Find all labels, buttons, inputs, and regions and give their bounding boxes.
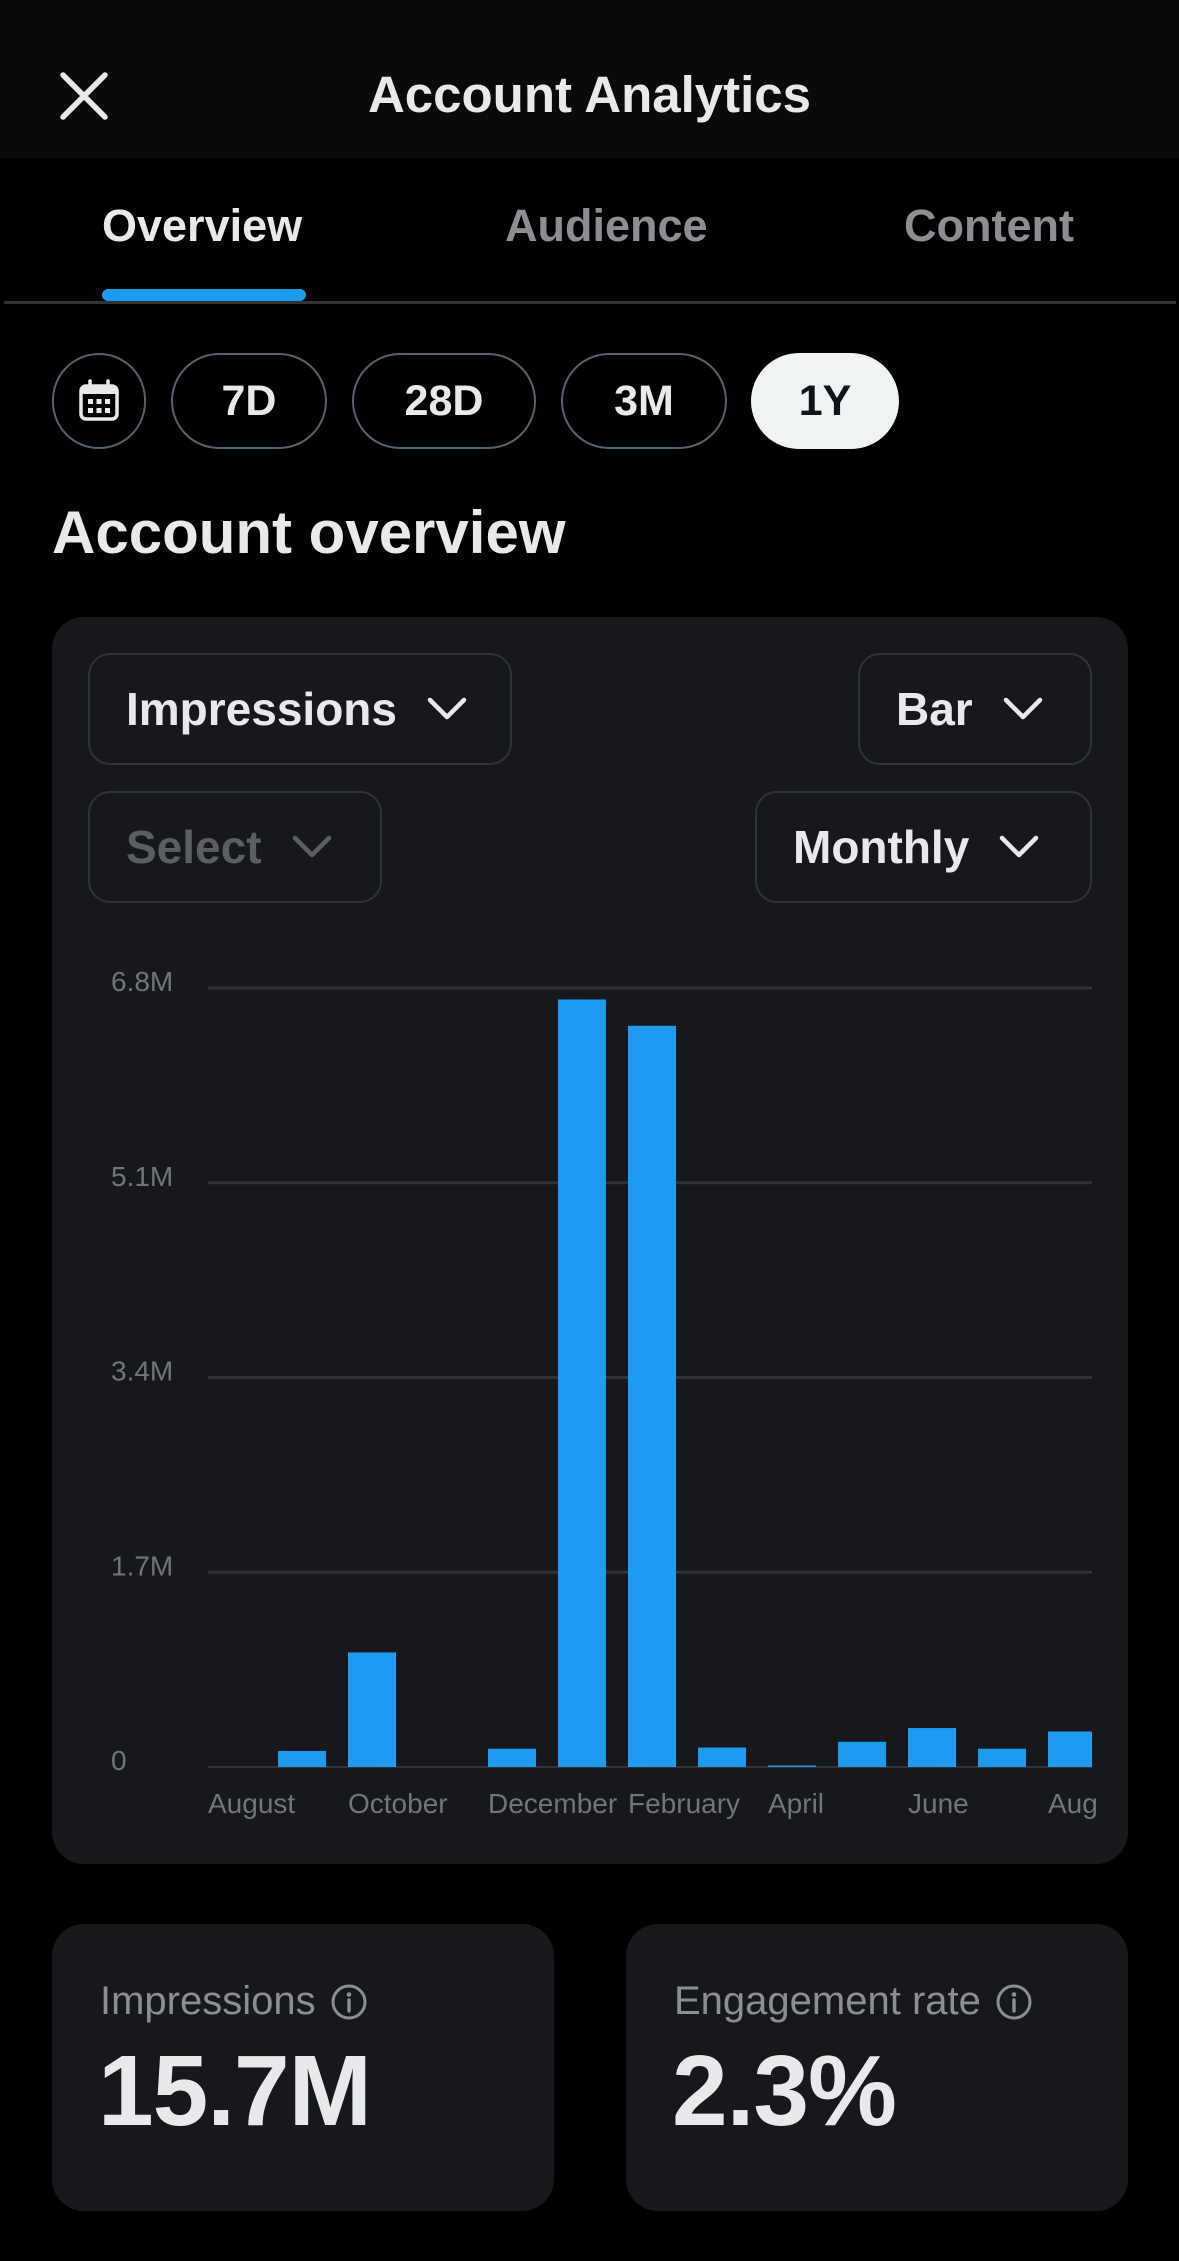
engagement-rate-stat-card: Engagement rate 2.3% — [626, 1924, 1128, 2211]
impressions-stat-value: 15.7M — [98, 2035, 372, 2147]
y-tick-label: 6.8M — [111, 966, 173, 997]
chart-bar[interactable] — [628, 1025, 676, 1767]
x-tick-label: December — [488, 1788, 617, 1819]
x-tick-label: April — [768, 1788, 824, 1819]
chart-bar[interactable] — [348, 1652, 396, 1767]
impressions-stat-label-row: Impressions — [100, 1979, 368, 2024]
top-bar: Account Analytics — [0, 0, 1179, 158]
x-tick-label: June — [908, 1788, 969, 1819]
chart-bar[interactable] — [838, 1741, 886, 1767]
engagement-rate-stat-value: 2.3% — [672, 2035, 897, 2147]
chart-bar[interactable] — [978, 1748, 1026, 1767]
x-tick-label: Aug — [1048, 1788, 1098, 1819]
x-tick-label: February — [628, 1788, 740, 1819]
x-tick-label: August — [208, 1788, 295, 1819]
range-7d-button[interactable]: 7D — [171, 353, 327, 449]
tab-overview[interactable]: Overview — [102, 194, 302, 258]
chart-bar[interactable] — [278, 1750, 326, 1767]
chart-bar[interactable] — [698, 1747, 746, 1767]
impressions-stat-label: Impressions — [100, 1979, 316, 2023]
chart-bar[interactable] — [908, 1728, 956, 1767]
calendar-button[interactable] — [52, 353, 146, 449]
calendar-icon — [79, 379, 119, 421]
info-icon[interactable] — [995, 1983, 1033, 2021]
page-title: Account Analytics — [367, 66, 812, 123]
info-icon[interactable] — [330, 1983, 368, 2021]
range-1y-button[interactable]: 1Y — [751, 353, 899, 449]
chart-bar[interactable] — [558, 999, 606, 1767]
y-tick-label: 3.4M — [111, 1356, 173, 1387]
tab-divider — [4, 301, 1176, 304]
tab-audience[interactable]: Audience — [505, 194, 708, 258]
y-tick-label: 1.7M — [111, 1550, 173, 1581]
x-tick-label: October — [348, 1788, 448, 1819]
range-28d-button[interactable]: 28D — [352, 353, 536, 449]
active-tab-indicator — [102, 289, 306, 301]
section-title: Account overview — [52, 499, 566, 566]
tab-bar: Overview Audience Content — [0, 158, 1179, 304]
impressions-bar-chart: 0 1.7M 3.4M 5.1M 6.8M August October December Fe… — [111, 966, 1098, 1819]
engagement-rate-stat-label: Engagement rate — [674, 1979, 981, 2023]
impressions-stat-card: Impressions 15.7M — [52, 1924, 554, 2211]
range-3m-button[interactable]: 3M — [561, 353, 727, 449]
y-tick-label: 0 — [111, 1745, 127, 1776]
chart-bar[interactable] — [488, 1748, 536, 1767]
tab-content[interactable]: Content — [904, 194, 1074, 258]
chart-bar[interactable] — [1048, 1731, 1092, 1767]
chart-bar[interactable] — [768, 1765, 816, 1768]
chart-card: Impressions Bar Select Monthly 0 1.7M 3.4M… — [52, 617, 1128, 1864]
y-tick-label: 5.1M — [111, 1161, 173, 1192]
engagement-rate-stat-label-row: Engagement rate — [674, 1979, 1033, 2024]
